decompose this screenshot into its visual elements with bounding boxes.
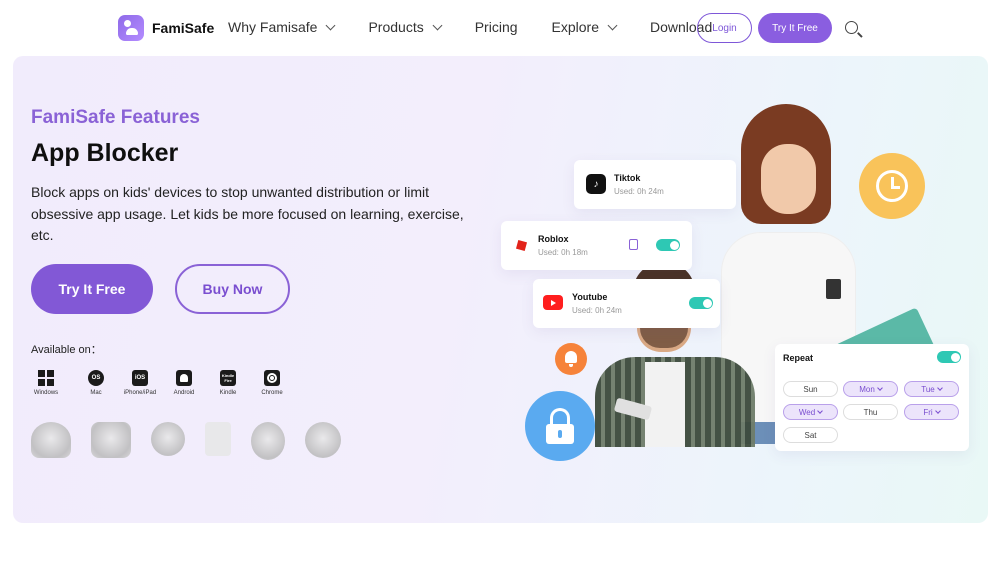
chevron-down-icon [817, 408, 823, 414]
app-name: Tiktok [614, 173, 641, 183]
day-label: Wed [798, 407, 816, 417]
day-chip-sat[interactable]: Sat [783, 427, 838, 443]
platform-windows[interactable]: Windows [31, 370, 61, 396]
famisafe-logo-icon [118, 15, 144, 41]
platform-label: Mac [90, 390, 102, 396]
chevron-down-icon [326, 20, 336, 30]
hero-description: Block apps on kids' devices to stop unwa… [31, 184, 464, 243]
kindle-icon: Kindle Fire [220, 370, 236, 386]
search-icon[interactable] [845, 21, 858, 34]
app-card-youtube[interactable]: Youtube Used: 0h 24m [533, 279, 720, 328]
windows-icon [38, 370, 54, 386]
roblox-block-toggle[interactable] [656, 239, 680, 251]
day-chip-sun[interactable]: Sun [783, 381, 838, 397]
roblox-icon [511, 235, 531, 255]
nav-links: Why Famisafe Products Pricing Explore Do… [228, 19, 712, 35]
nav-try-free-button[interactable]: Try It Free [758, 13, 832, 43]
platform-label: Kindle [219, 390, 237, 396]
try-free-button[interactable]: Try It Free [31, 264, 153, 314]
repeat-toggle[interactable] [937, 351, 961, 363]
available-on-label: Available on： [31, 344, 102, 356]
youtube-icon [543, 295, 563, 310]
nav-link-label: Why Famisafe [228, 19, 318, 35]
buy-now-button[interactable]: Buy Now [175, 264, 290, 314]
mac-icon: OS [88, 370, 104, 386]
day-chip-fri[interactable]: Fri [904, 404, 959, 420]
ios-icon: iOS [132, 370, 148, 386]
chevron-down-icon [936, 385, 943, 391]
page-title: App Blocker [31, 139, 179, 167]
brand-name: FamiSafe [152, 20, 215, 36]
schedule-icon [629, 239, 638, 250]
app-usage: Used: 0h 24m [614, 187, 664, 196]
chrome-icon [264, 370, 280, 386]
app-card-roblox[interactable]: Roblox Used: 0h 18m [501, 221, 692, 270]
day-chip-wed[interactable]: Wed [783, 404, 838, 420]
platform-mac[interactable]: OS Mac [74, 370, 118, 396]
platform-chrome[interactable]: Chrome [250, 370, 294, 396]
youtube-block-toggle[interactable] [689, 297, 713, 309]
day-label: Sun [803, 384, 818, 394]
chevron-down-icon [876, 385, 883, 391]
nav-explore[interactable]: Explore [551, 19, 618, 35]
tiktok-icon: ♪ [586, 174, 606, 194]
day-chip-mon[interactable]: Mon [843, 381, 898, 397]
app-usage: Used: 0h 18m [538, 248, 588, 257]
day-chip-tue[interactable]: Tue [904, 381, 959, 397]
award-badge-icon [31, 422, 71, 458]
bell-icon [555, 343, 587, 375]
app-name: Roblox [538, 234, 569, 244]
hero-eyebrow: FamiSafe Features [31, 107, 200, 128]
chevron-down-icon [607, 20, 618, 30]
platform-list: Windows OS Mac iOS iPhone/iPad Android K… [31, 370, 294, 396]
repeat-schedule-card: Repeat Sun Mon Tue Wed Thu Fri Sat [775, 344, 969, 451]
day-label: Fri [923, 407, 933, 417]
nav-products[interactable]: Products [368, 19, 443, 35]
nav-pricing[interactable]: Pricing [475, 19, 518, 35]
android-icon [176, 370, 192, 386]
award-badges [31, 422, 341, 460]
platform-label: iPhone/iPad [123, 390, 157, 396]
nav-link-label: Products [368, 19, 424, 35]
day-chip-thu[interactable]: Thu [843, 404, 898, 420]
login-button[interactable]: Login [697, 13, 752, 43]
day-label: Tue [921, 384, 935, 394]
brand-logo[interactable]: FamiSafe [118, 15, 214, 41]
repeat-label: Repeat [783, 353, 814, 363]
hero-section: FamiSafe Features App Blocker Block apps… [13, 56, 988, 523]
award-badge-icon [91, 422, 131, 458]
award-badge-icon [205, 422, 231, 456]
award-badge-icon [305, 422, 341, 458]
day-label: Mon [859, 384, 875, 394]
nav-link-label: Explore [551, 19, 599, 35]
platform-kindle[interactable]: Kindle Fire Kindle [206, 370, 250, 396]
lock-icon [525, 391, 595, 461]
chevron-down-icon [432, 20, 443, 30]
platform-label: Chrome [261, 390, 283, 396]
day-label: Sat [804, 430, 817, 440]
app-name: Youtube [572, 292, 608, 302]
platform-ios[interactable]: iOS iPhone/iPad [118, 370, 162, 396]
platform-android[interactable]: Android [162, 370, 206, 396]
app-card-tiktok[interactable]: ♪ Tiktok Used: 0h 24m [574, 160, 736, 209]
platform-label: Windows [33, 390, 59, 396]
nav-why-famisafe[interactable]: Why Famisafe [228, 19, 336, 35]
award-badge-icon [151, 422, 185, 456]
platform-label: Android [173, 390, 195, 396]
nav-link-label: Pricing [474, 19, 518, 35]
app-usage: Used: 0h 24m [572, 306, 622, 315]
top-nav: FamiSafe Why Famisafe Products Pricing E… [0, 0, 1000, 56]
day-label: Thu [863, 407, 878, 417]
chevron-down-icon [934, 408, 941, 414]
award-badge-icon [251, 422, 285, 460]
